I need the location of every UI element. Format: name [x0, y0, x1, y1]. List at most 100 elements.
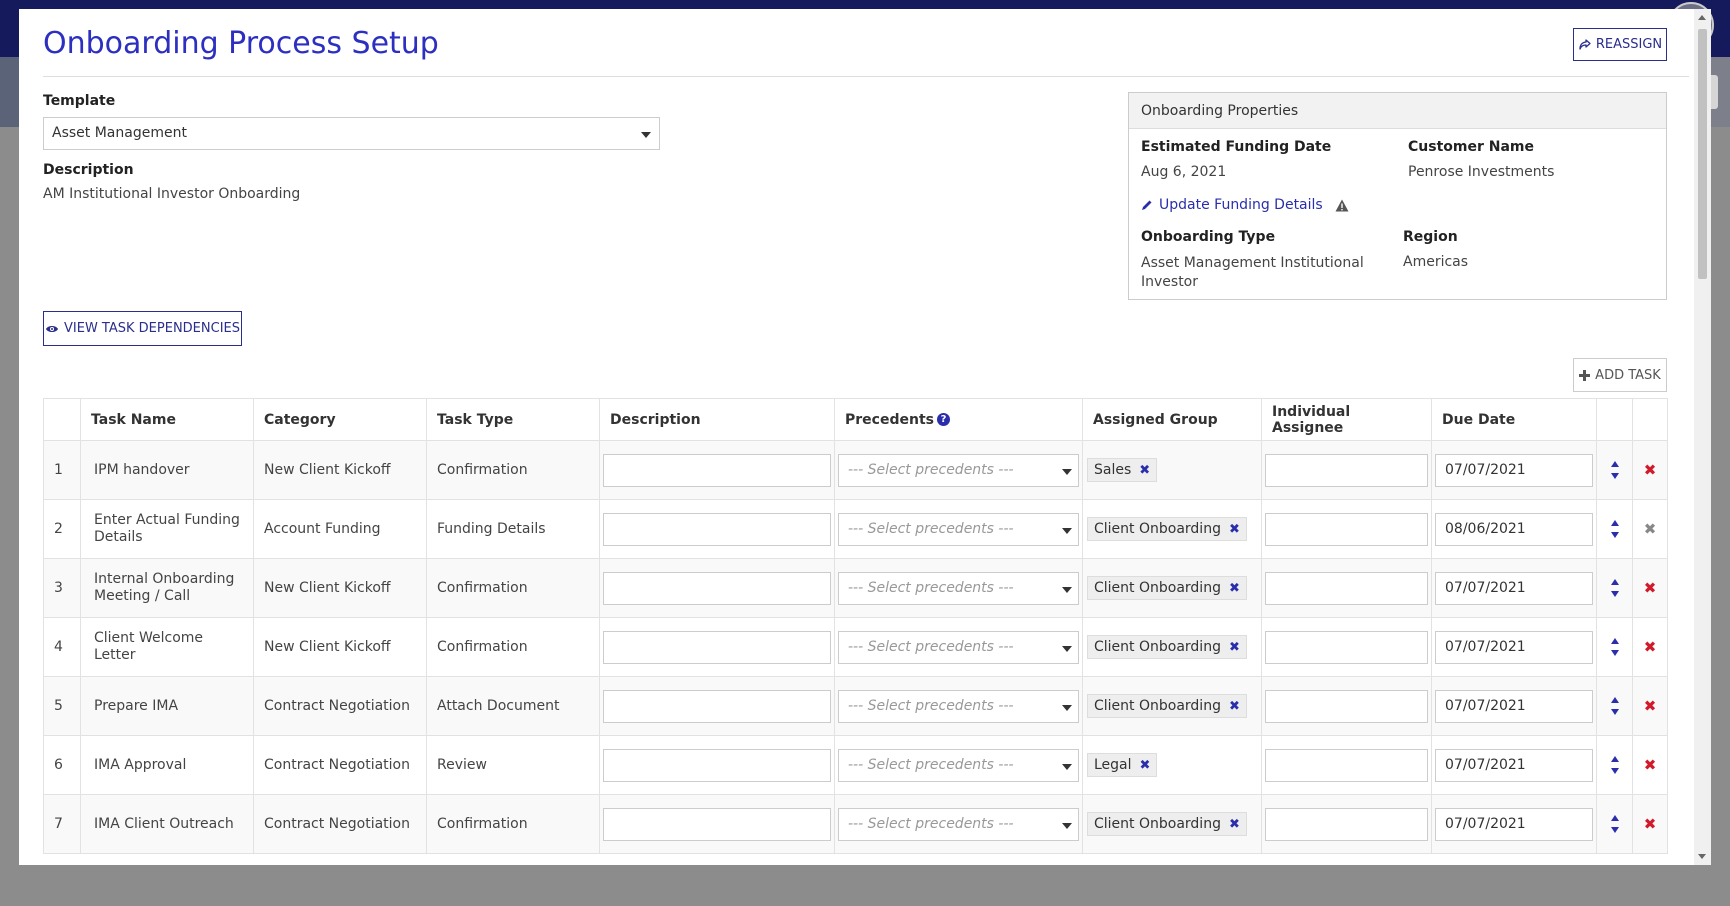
precedents-cell: --- Select precedents ---	[834, 735, 1083, 795]
assigned-group-label: Sales	[1094, 462, 1132, 478]
move-down-icon[interactable]	[1610, 591, 1619, 597]
description-input[interactable]	[603, 453, 831, 487]
task-name-cell: IPM handover	[80, 440, 254, 500]
precedents-select[interactable]: --- Select precedents ---	[838, 748, 1079, 782]
description-cell	[599, 676, 835, 736]
delete-row-icon[interactable]: ✖	[1632, 499, 1668, 559]
scroll-up-arrow-icon[interactable]	[1698, 15, 1706, 20]
move-down-icon[interactable]	[1610, 709, 1619, 715]
precedents-select[interactable]: --- Select precedents ---	[838, 512, 1079, 546]
move-up-icon[interactable]	[1610, 520, 1619, 526]
add-task-label: ADD TASK	[1595, 367, 1661, 383]
col-header-category[interactable]: Category	[253, 398, 427, 441]
remove-tag-icon[interactable]: ✖	[1139, 463, 1150, 478]
chevron-down-icon	[641, 132, 651, 138]
due-date-value: 07/07/2021	[1445, 461, 1526, 478]
due-date-input[interactable]: 07/07/2021	[1435, 453, 1593, 487]
precedents-select[interactable]: --- Select precedents ---	[838, 453, 1079, 487]
view-task-dependencies-button[interactable]: VIEW TASK DEPENDENCIES	[43, 311, 242, 346]
col-header-description[interactable]: Description	[599, 398, 835, 441]
remove-tag-icon[interactable]: ✖	[1229, 699, 1240, 714]
description-input[interactable]	[603, 748, 831, 782]
due-date-input[interactable]: 07/07/2021	[1435, 630, 1593, 664]
individual-assignee-cell	[1261, 558, 1432, 618]
precedents-select[interactable]: --- Select precedents ---	[838, 807, 1079, 841]
order-cell	[1596, 440, 1633, 500]
individual-assignee-input[interactable]	[1265, 453, 1428, 487]
task-name-cell: IMA Approval	[80, 735, 254, 795]
due-date-input[interactable]: 07/07/2021	[1435, 748, 1593, 782]
individual-assignee-input[interactable]	[1265, 689, 1428, 723]
table-row: 5 Prepare IMA Contract Negotiation Attach D…	[43, 676, 1668, 736]
individual-assignee-cell	[1261, 617, 1432, 677]
individual-assignee-input[interactable]	[1265, 807, 1428, 841]
title-divider	[43, 76, 1689, 77]
description-input[interactable]	[603, 689, 831, 723]
col-header-individual-assignee[interactable]: Individual Assignee	[1261, 398, 1432, 441]
add-task-button[interactable]: ADD TASK	[1573, 358, 1667, 392]
move-up-icon[interactable]	[1610, 756, 1619, 762]
delete-row-icon[interactable]: ✖	[1632, 735, 1668, 795]
col-header-task-type[interactable]: Task Type	[426, 398, 600, 441]
precedents-select[interactable]: --- Select precedents ---	[838, 689, 1079, 723]
due-date-input[interactable]: 07/07/2021	[1435, 689, 1593, 723]
move-down-icon[interactable]	[1610, 473, 1619, 479]
remove-tag-icon[interactable]: ✖	[1229, 522, 1240, 537]
scroll-down-arrow-icon[interactable]	[1698, 854, 1706, 859]
move-down-icon[interactable]	[1610, 768, 1619, 774]
remove-tag-icon[interactable]: ✖	[1229, 817, 1240, 832]
individual-assignee-input[interactable]	[1265, 630, 1428, 664]
move-up-icon[interactable]	[1610, 579, 1619, 585]
task-name-cell: Prepare IMA	[80, 676, 254, 736]
move-up-icon[interactable]	[1610, 697, 1619, 703]
move-down-icon[interactable]	[1610, 532, 1619, 538]
delete-row-icon[interactable]: ✖	[1632, 794, 1668, 854]
move-down-icon[interactable]	[1610, 650, 1619, 656]
onboarding-type-value: Asset Management Institutional Investor	[1141, 255, 1364, 290]
description-input[interactable]	[603, 571, 831, 605]
individual-assignee-input[interactable]	[1265, 512, 1428, 546]
assigned-group-tag: Legal ✖	[1087, 753, 1158, 777]
individual-assignee-cell	[1261, 499, 1432, 559]
delete-row-icon[interactable]: ✖	[1632, 440, 1668, 500]
precedents-select[interactable]: --- Select precedents ---	[838, 630, 1079, 664]
due-date-input[interactable]: 08/06/2021	[1435, 512, 1593, 546]
col-header-task-name[interactable]: Task Name	[80, 398, 254, 441]
customer-name-label: Customer Name	[1408, 139, 1534, 155]
move-up-icon[interactable]	[1610, 461, 1619, 467]
col-header-precedents[interactable]: Precedents?	[834, 398, 1083, 441]
precedents-placeholder: --- Select precedents ---	[848, 520, 1014, 537]
move-up-icon[interactable]	[1610, 638, 1619, 644]
order-cell	[1596, 794, 1633, 854]
remove-tag-icon[interactable]: ✖	[1140, 758, 1151, 773]
delete-row-icon[interactable]: ✖	[1632, 558, 1668, 618]
update-funding-link[interactable]: Update Funding Details	[1141, 197, 1349, 213]
scroll-thumb[interactable]	[1698, 29, 1707, 279]
description-input[interactable]	[603, 807, 831, 841]
due-date-cell: 07/07/2021	[1431, 676, 1597, 736]
reassign-button[interactable]: REASSIGN	[1573, 28, 1667, 61]
individual-assignee-input[interactable]	[1265, 748, 1428, 782]
precedents-select[interactable]: --- Select precedents ---	[838, 571, 1079, 605]
remove-tag-icon[interactable]: ✖	[1229, 640, 1240, 655]
description-input[interactable]	[603, 512, 831, 546]
individual-assignee-input[interactable]	[1265, 571, 1428, 605]
description-input[interactable]	[603, 630, 831, 664]
delete-row-icon[interactable]: ✖	[1632, 676, 1668, 736]
template-select[interactable]: Asset Management	[43, 117, 660, 150]
due-date-input[interactable]: 07/07/2021	[1435, 571, 1593, 605]
question-circle-icon[interactable]: ?	[936, 413, 950, 426]
category-cell: New Client Kickoff	[253, 558, 427, 618]
modal-scrollbar[interactable]	[1694, 9, 1711, 865]
move-up-icon[interactable]	[1610, 815, 1619, 821]
due-date-input[interactable]: 07/07/2021	[1435, 807, 1593, 841]
delete-row-icon[interactable]: ✖	[1632, 617, 1668, 677]
remove-tag-icon[interactable]: ✖	[1229, 581, 1240, 596]
row-number: 7	[43, 794, 81, 854]
col-header-assigned-group[interactable]: Assigned Group	[1082, 398, 1262, 441]
task-type-cell: Confirmation	[426, 558, 600, 618]
col-header-due-date[interactable]: Due Date	[1431, 398, 1597, 441]
move-down-icon[interactable]	[1610, 827, 1619, 833]
warning-icon	[1335, 199, 1349, 211]
description-cell	[599, 499, 835, 559]
